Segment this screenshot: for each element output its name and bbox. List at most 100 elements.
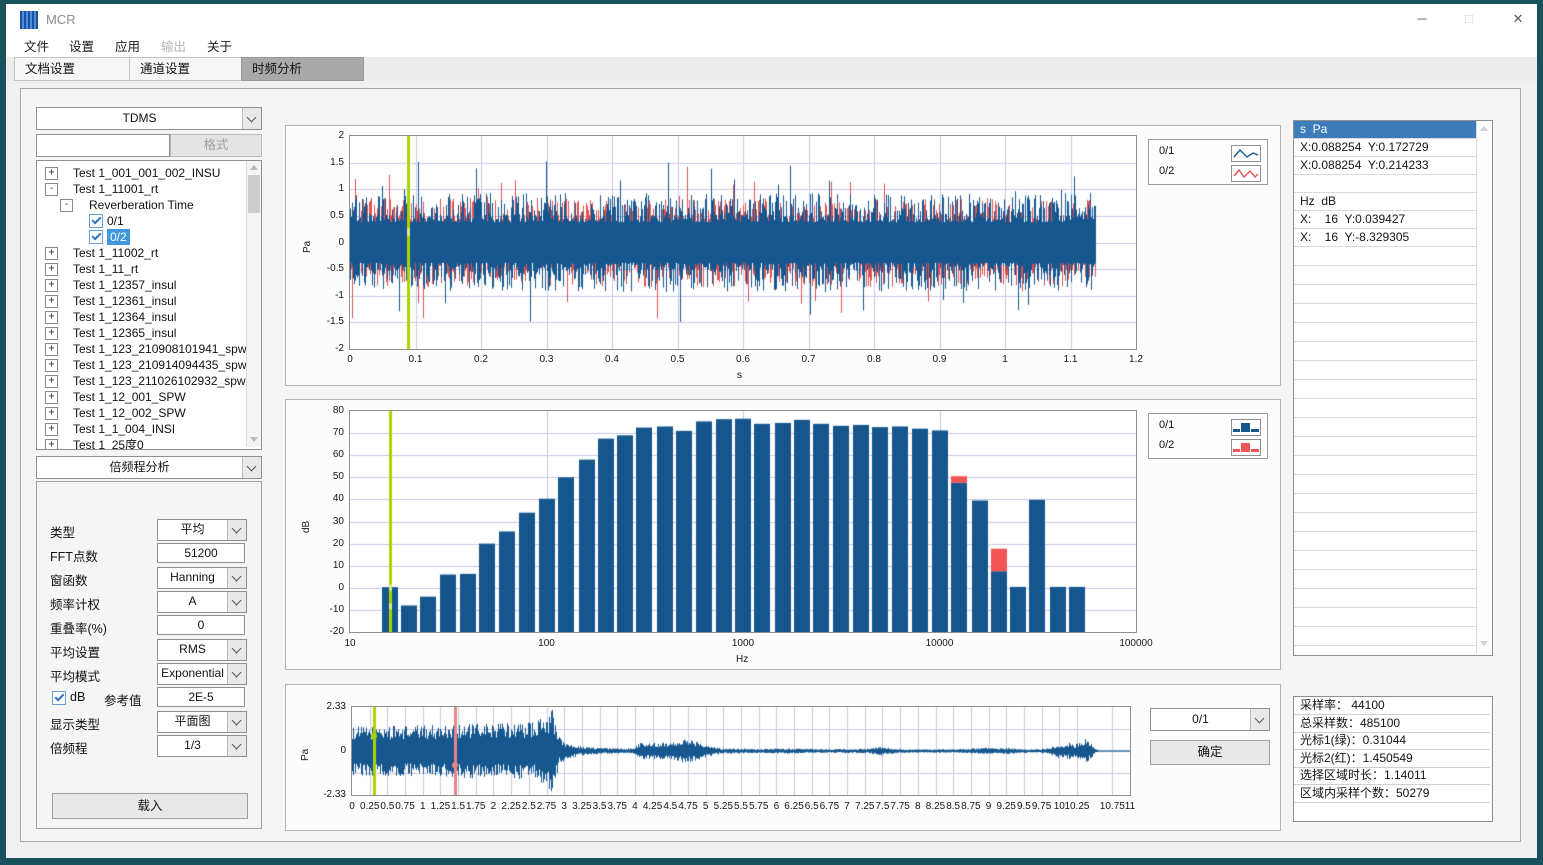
field-select[interactable]: Exponential <box>157 663 247 685</box>
octave-spectrum-plot[interactable] <box>349 410 1137 633</box>
readout-empty-row[interactable] <box>1294 570 1476 589</box>
chevron-down-icon[interactable] <box>227 592 246 612</box>
tree-item[interactable]: -Reverberation Time <box>37 197 245 213</box>
field-select[interactable]: RMS <box>157 639 247 661</box>
readout-empty-row[interactable] <box>1294 532 1476 551</box>
expand-icon[interactable]: + <box>45 423 58 436</box>
close-button[interactable]: ✕ <box>1493 4 1543 36</box>
analysis-type-select[interactable]: 倍频程分析 <box>36 456 262 479</box>
expand-icon[interactable]: + <box>45 263 58 276</box>
readout-empty-row[interactable] <box>1294 342 1476 361</box>
filter-input[interactable] <box>36 134 170 157</box>
expand-icon[interactable]: + <box>45 279 58 292</box>
format-select[interactable]: TDMS <box>36 107 262 130</box>
readout-row[interactable] <box>1294 175 1476 193</box>
tree-item[interactable]: 0/2 <box>37 229 245 245</box>
expand-icon[interactable]: + <box>45 439 58 450</box>
readout-empty-row[interactable] <box>1294 608 1476 627</box>
minimize-button[interactable]: ─ <box>1399 4 1445 36</box>
channel-select[interactable]: 0/1 <box>1150 708 1270 731</box>
tree-item[interactable]: +Test 1_12365_insul <box>37 325 245 341</box>
overview-waveform-plot[interactable] <box>351 706 1131 796</box>
format-button[interactable]: 格式 <box>170 134 262 157</box>
tree-item[interactable]: +Test 1_1_004_INSI <box>37 421 245 437</box>
expand-icon[interactable]: + <box>45 407 58 420</box>
readout-row[interactable]: X: 16 Y:-8.329305 <box>1294 229 1476 247</box>
maximize-button[interactable]: □ <box>1446 4 1492 36</box>
expand-icon[interactable]: + <box>45 359 58 372</box>
readout-empty-row[interactable] <box>1294 494 1476 513</box>
readout-empty-row[interactable] <box>1294 361 1476 380</box>
tree-item[interactable]: +Test 1_11002_rt <box>37 245 245 261</box>
readout-row[interactable]: X: 16 Y:0.039427 <box>1294 211 1476 229</box>
scroll-down-icon[interactable] <box>1480 641 1488 646</box>
checkbox[interactable] <box>89 214 103 228</box>
chevron-down-icon[interactable] <box>227 736 246 756</box>
readout-empty-row[interactable] <box>1294 551 1476 570</box>
readout-empty-row[interactable] <box>1294 266 1476 285</box>
field-select[interactable]: 1/3 <box>157 735 247 757</box>
readout-empty-row[interactable] <box>1294 380 1476 399</box>
readout-empty-row[interactable] <box>1294 456 1476 475</box>
field-input[interactable] <box>157 543 245 563</box>
field-select[interactable]: A <box>157 591 247 613</box>
readout-empty-row[interactable] <box>1294 247 1476 266</box>
field-select[interactable]: 平面图 <box>157 711 247 733</box>
db-checkbox[interactable] <box>52 691 66 705</box>
readout-empty-row[interactable] <box>1294 418 1476 437</box>
expand-icon[interactable]: + <box>45 247 58 260</box>
readout-empty-row[interactable] <box>1294 437 1476 456</box>
readout-header-row[interactable]: s Pa <box>1294 121 1476 139</box>
scrollbar-thumb[interactable] <box>248 175 260 213</box>
scroll-up-icon[interactable] <box>250 165 258 170</box>
field-input[interactable] <box>157 687 245 707</box>
menu-item-2[interactable]: 设置 <box>65 36 98 58</box>
chevron-down-icon[interactable] <box>227 568 246 588</box>
tree-item[interactable]: +Test 1_11_rt <box>37 261 245 277</box>
readout-row[interactable]: Hz dB <box>1294 193 1476 211</box>
readout-empty-row[interactable] <box>1294 399 1476 418</box>
tree-item[interactable]: +Test 1_12_001_SPW <box>37 389 245 405</box>
readout-row[interactable]: X:0.088254 Y:0.214233 <box>1294 157 1476 175</box>
expand-icon[interactable]: + <box>45 295 58 308</box>
collapse-icon[interactable]: - <box>60 199 73 212</box>
field-select[interactable]: Hanning <box>157 567 247 589</box>
readout-empty-row[interactable] <box>1294 285 1476 304</box>
legend-row[interactable]: 0/2 <box>1149 162 1267 182</box>
chevron-down-icon[interactable] <box>227 520 246 540</box>
menu-item-1[interactable]: 文件 <box>20 36 53 58</box>
load-button[interactable]: 载入 <box>52 793 248 819</box>
tree-scrollbar[interactable] <box>246 161 261 447</box>
tree-item[interactable]: +Test 1_25度0 <box>37 437 245 450</box>
legend-row[interactable]: 0/1 <box>1149 416 1267 436</box>
readout-empty-row[interactable] <box>1294 323 1476 342</box>
tree-item[interactable]: +Test 1_12361_insul <box>37 293 245 309</box>
readout-empty-row[interactable] <box>1294 475 1476 494</box>
menu-item-3[interactable]: 应用 <box>111 36 144 58</box>
checkbox[interactable] <box>89 230 103 244</box>
tree-item[interactable]: +Test 1_001_001_002_INSU <box>37 165 245 181</box>
menu-item-4[interactable]: 输出 <box>157 36 190 58</box>
field-input[interactable] <box>157 615 245 635</box>
tree-item[interactable]: -Test 1_11001_rt <box>37 181 245 197</box>
tree-item[interactable]: +Test 1_12364_insul <box>37 309 245 325</box>
readout-empty-row[interactable] <box>1294 304 1476 323</box>
readout-empty-row[interactable] <box>1294 589 1476 608</box>
tab-1[interactable]: 文档设置 <box>14 57 138 81</box>
field-select[interactable]: 平均 <box>157 519 247 541</box>
scroll-down-icon[interactable] <box>250 437 258 442</box>
readout-empty-row[interactable] <box>1294 627 1476 646</box>
readout-scrollbar[interactable] <box>1476 121 1491 653</box>
chevron-down-icon[interactable] <box>1250 709 1269 730</box>
expand-icon[interactable]: + <box>45 167 58 180</box>
chevron-down-icon[interactable] <box>227 664 246 684</box>
legend-row[interactable]: 0/1 <box>1149 142 1267 162</box>
menu-item-5[interactable]: 关于 <box>203 36 236 58</box>
tree-item[interactable]: +Test 1_123_210914094435_spw <box>37 357 245 373</box>
tree-item[interactable]: +Test 1_123_211026102932_spw <box>37 373 245 389</box>
collapse-icon[interactable]: - <box>45 183 58 196</box>
time-waveform-plot[interactable] <box>349 135 1137 350</box>
confirm-button[interactable]: 确定 <box>1150 740 1270 765</box>
chevron-down-icon[interactable] <box>242 457 261 478</box>
tab-3[interactable]: 时频分析 <box>241 57 364 81</box>
